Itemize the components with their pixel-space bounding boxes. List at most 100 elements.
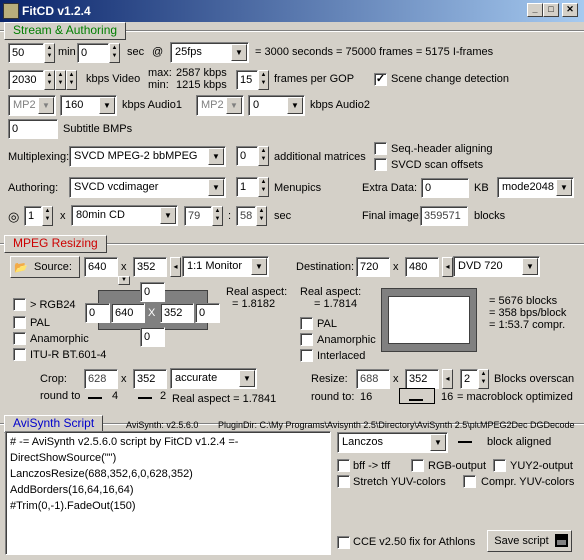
- audio2-bitrate-select[interactable]: 0 ▼: [248, 95, 305, 116]
- crop-mode-select[interactable]: accurate ▼: [170, 368, 257, 389]
- dest-left-button[interactable]: ◂: [442, 257, 453, 277]
- cd-count-input[interactable]: 1: [24, 206, 42, 226]
- cd-type-select[interactable]: 80min CD ▼: [71, 205, 178, 226]
- final-image-value: 359571: [420, 206, 468, 226]
- scene-change-label: Scene change detection: [391, 73, 510, 85]
- maximize-button[interactable]: □: [543, 3, 559, 17]
- crop-height-input[interactable]: 352: [160, 303, 194, 323]
- svcd-scan-label: SVCD scan offsets: [391, 159, 484, 171]
- minimize-button[interactable]: _: [527, 3, 543, 17]
- resize-left-button[interactable]: ◂: [442, 369, 453, 389]
- dest-anamorphic-checkbox[interactable]: [300, 333, 313, 346]
- menupics-spinner[interactable]: ▲ ▼: [258, 177, 269, 197]
- kbps-video-label: kbps Video: [86, 73, 141, 85]
- round-slider-1[interactable]: [88, 389, 102, 399]
- ar-left-button[interactable]: ◂: [170, 257, 181, 277]
- scene-change-checkbox[interactable]: ✓: [374, 73, 387, 86]
- block-aligned-slider[interactable]: [458, 433, 472, 443]
- gop-input[interactable]: 15: [236, 70, 258, 90]
- source-height-input[interactable]: 352: [133, 257, 167, 277]
- overscan-input[interactable]: 2: [460, 369, 478, 389]
- subtitle-label: Subtitle BMPs: [63, 123, 133, 135]
- audio1-format-select[interactable]: MP2 ▼: [8, 95, 56, 116]
- round-to-resize-value: 16: [360, 391, 373, 403]
- minutes-input[interactable]: 50: [8, 43, 44, 63]
- cd-min-input[interactable]: 79: [184, 206, 212, 226]
- resizer-select[interactable]: Lanczos ▼: [337, 432, 448, 453]
- mode-select[interactable]: mode2048 ▼: [497, 177, 574, 198]
- matrices-input[interactable]: 0: [236, 146, 258, 166]
- authoring-select[interactable]: SVCD vcdimager ▼: [69, 177, 226, 198]
- min-value: 1215 kbps: [176, 79, 227, 91]
- bitrate-spinner-1[interactable]: ▲ ▼: [44, 70, 55, 90]
- matrices-label: additional matrices: [274, 151, 366, 163]
- audio1-bitrate-select[interactable]: 160 ▼: [60, 95, 117, 116]
- source-aspect: 1:1 Monitor: [187, 260, 243, 272]
- anamorphic-checkbox[interactable]: [13, 332, 26, 345]
- dest-height-input[interactable]: 480: [405, 257, 439, 277]
- seconds-input[interactable]: 0: [77, 43, 109, 63]
- mux-select[interactable]: SVCD MPEG-2 bbMPEG ▼: [69, 146, 226, 167]
- audio2-format-select[interactable]: MP2 ▼: [196, 95, 244, 116]
- bitrate-spinner-2[interactable]: ▲ ▼: [55, 70, 66, 90]
- stretch-yuv-checkbox[interactable]: [337, 475, 350, 488]
- tab-mpeg-resizing[interactable]: MPEG Resizing: [4, 235, 107, 253]
- crop-bottom-input[interactable]: 0: [140, 327, 165, 347]
- fps-value: 25fps: [175, 46, 202, 58]
- interlaced-checkbox[interactable]: [300, 349, 313, 362]
- yuy2-output-checkbox[interactable]: [493, 459, 506, 472]
- resize-label: Resize:: [311, 373, 348, 385]
- close-button[interactable]: ✕: [562, 3, 578, 17]
- round-slider-2[interactable]: [138, 389, 152, 399]
- tab-stream-authoring[interactable]: Stream & Authoring: [4, 22, 127, 40]
- floppy-disk-icon: [555, 534, 568, 547]
- crop-width-input[interactable]: 640: [111, 303, 145, 323]
- save-script-button[interactable]: Save script: [487, 530, 572, 552]
- dropdown-arrow-button[interactable]: ▼: [118, 276, 130, 285]
- seq-header-checkbox[interactable]: [374, 142, 387, 155]
- crop-right-input[interactable]: 0: [195, 303, 220, 323]
- crop-top-input[interactable]: 0: [140, 282, 165, 302]
- pal-checkbox[interactable]: [13, 316, 26, 329]
- resize-height[interactable]: 352: [405, 369, 439, 389]
- dest-format-select[interactable]: DVD 720 ▼: [453, 256, 540, 277]
- source-width-input[interactable]: 640: [84, 257, 118, 277]
- crop-left-input[interactable]: 0: [85, 303, 110, 323]
- chevron-down-icon: ▼: [430, 434, 446, 451]
- cce-fix-checkbox[interactable]: [337, 536, 350, 549]
- video-bitrate-input[interactable]: 2030: [8, 70, 44, 90]
- extra-data-input[interactable]: 0: [421, 178, 469, 198]
- compr-yuv-checkbox[interactable]: [463, 475, 476, 488]
- cd-sec-spinner[interactable]: ▲ ▼: [256, 206, 267, 226]
- fps-select[interactable]: 25fps ▼: [170, 42, 249, 63]
- bff-checkbox[interactable]: [337, 459, 350, 472]
- round-slider-3[interactable]: [399, 388, 435, 404]
- chevron-down-icon: ▼: [160, 207, 176, 224]
- dest-pal-checkbox[interactable]: [300, 317, 313, 330]
- real-aspect-result: Real aspect = 1.7841: [172, 393, 277, 405]
- script-textarea[interactable]: # -= AviSynth v2.5.6.0 script by FitCD v…: [5, 431, 331, 555]
- max-value: 2587 kbps: [176, 67, 227, 79]
- cd-count-spinner[interactable]: ▲ ▼: [42, 206, 53, 226]
- rgb-output-checkbox[interactable]: [411, 459, 424, 472]
- cd-sec-label: sec: [274, 210, 292, 222]
- source-aspect-select[interactable]: 1:1 Monitor ▼: [182, 256, 269, 277]
- chevron-down-icon: ▼: [38, 97, 54, 114]
- dgdecode-label: DGDecode: [530, 420, 575, 430]
- subtitle-input[interactable]: 0: [8, 119, 58, 139]
- matrices-spinner[interactable]: ▲ ▼: [258, 146, 269, 166]
- cd-sec-input[interactable]: 58: [236, 206, 256, 226]
- dest-width-input[interactable]: 720: [356, 257, 390, 277]
- svcd-scan-checkbox[interactable]: [374, 158, 387, 171]
- extra-data-label: Extra Data:: [362, 182, 418, 194]
- overscan-spinner[interactable]: ▲ ▼: [478, 369, 489, 389]
- itur-checkbox[interactable]: [13, 348, 26, 361]
- source-button[interactable]: 📂 Source:: [10, 256, 80, 278]
- menupics-input[interactable]: 1: [236, 177, 258, 197]
- bitrate-spinner-3[interactable]: ▲ ▼: [66, 70, 77, 90]
- cd-min-spinner[interactable]: ▲ ▼: [212, 206, 223, 226]
- rgb24-checkbox[interactable]: [13, 298, 26, 311]
- gop-spinner[interactable]: ▲ ▼: [258, 70, 269, 90]
- minutes-spinner[interactable]: ▲ ▼: [44, 43, 55, 63]
- seconds-spinner[interactable]: ▲ ▼: [109, 43, 120, 63]
